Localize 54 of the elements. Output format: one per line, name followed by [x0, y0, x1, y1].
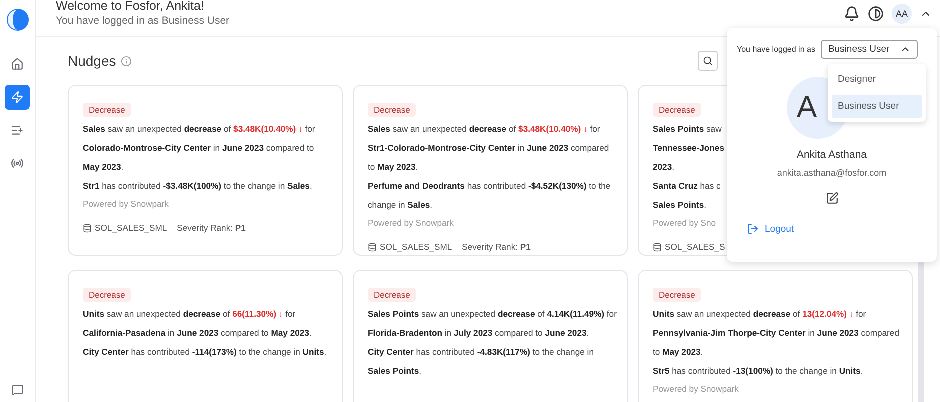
- role-option[interactable]: Business User: [832, 95, 922, 118]
- nudge-statement: Sales Points saw an unexpected decrease of 4.14K(11.49%) for Florida-Bradenton in July 2023 compared to June 2023.: [368, 308, 617, 340]
- nudge-text: Sales Points saw: [653, 123, 722, 136]
- nudge-text: Santa Cruz has c: [653, 180, 721, 193]
- powered-by-text: Powered by Snowpark: [653, 383, 739, 396]
- contribution-text: City Center has contributed -114(173%) to the change in Units.: [83, 346, 328, 359]
- nudge-text: 2023.: [653, 161, 675, 174]
- data-source: SOL_SALES_S: [653, 241, 726, 253]
- decrease-tag: Decrease: [653, 103, 702, 117]
- info-icon[interactable]: [121, 56, 132, 66]
- severity-rank: Severity Rank: P1: [462, 241, 531, 253]
- logout-button[interactable]: Logout: [747, 223, 794, 235]
- logo-icon[interactable]: [6, 8, 30, 32]
- powered-by-text: Powered by Sno: [653, 217, 716, 230]
- profile-email: ankita.asthana@fosfor.com: [777, 168, 887, 178]
- decrease-tag: Decrease: [83, 103, 132, 117]
- decrease-tag: Decrease: [368, 103, 416, 117]
- edit-icon[interactable]: [826, 192, 838, 205]
- data-source: SOL_SALES_SML: [83, 222, 168, 234]
- profile-name: Ankita Asthana: [796, 149, 868, 161]
- database-icon: [653, 242, 662, 252]
- section-title: Nudges: [68, 53, 116, 69]
- contribution-text: Perfume and Deodrants has contributed -$4.52K(130%) to the change in Sales.: [368, 180, 612, 212]
- database-icon: [368, 242, 377, 252]
- database-icon: [83, 224, 92, 232]
- user-avatar[interactable]: AA: [892, 4, 912, 24]
- contribution-text: Str5 has contributed -13(100%) to the change in Units.: [653, 365, 864, 378]
- role-select[interactable]: Business User: [821, 40, 918, 59]
- contrast-icon[interactable]: [868, 6, 884, 22]
- contribution-text: City Center has contributed -4.83K(117%) to the change in Sales Points.: [368, 346, 595, 378]
- nudge-statement: Sales saw an unexpected decrease of $3.48K(10.40%) ↓ for Colorado-Montrose-City Center in June 2023 compared to May 2023.: [83, 123, 316, 174]
- powered-by-text: Powered by Snowpark: [83, 198, 169, 211]
- nudge-text: Tennessee-Jones: [653, 142, 724, 155]
- nudges-icon[interactable]: [5, 85, 30, 110]
- severity-rank: Severity Rank: P1: [177, 222, 246, 234]
- welcome-title: Welcome to Fosfor, Ankita!: [56, 0, 206, 14]
- login-subtitle: You have logged in as Business User: [56, 14, 230, 28]
- role-label: You have logged in as: [737, 45, 816, 54]
- decrease-tag: Decrease: [653, 288, 702, 302]
- scrollbar[interactable]: [918, 262, 924, 402]
- logout-icon: [747, 223, 759, 235]
- bell-icon[interactable]: [844, 6, 860, 22]
- nudge-statement: Sales saw an unexpected decrease of $3.48K(10.40%) ↓ for Str1-Colorado-Montrose-City Center in June 2023 compared to May 2023.: [368, 123, 610, 174]
- search-icon: [703, 56, 713, 66]
- data-source: SOL_SALES_SML: [368, 241, 452, 253]
- nudge-statement: Units saw an unexpected decrease of 13(12.04%) ↓ for Pennsylvania-Jim Thorpe-City Center in June 2023 compared to May 2023.: [653, 308, 900, 359]
- feedback-icon[interactable]: [12, 384, 24, 396]
- nudge-statement: Units saw an unexpected decrease of 66(11.30%) ↓ for California-Pasadena in June 2023 compared to May 2023.: [83, 308, 313, 340]
- powered-by-text: Powered by Snowpark: [368, 217, 454, 230]
- contribution-text: Str1 has contributed -$3.48K(100%) to the change in Sales.: [83, 180, 314, 193]
- nudge-text: Sales Points.: [653, 199, 706, 212]
- decrease-tag: Decrease: [368, 288, 416, 302]
- search-button[interactable]: [698, 51, 718, 71]
- decrease-tag: Decrease: [83, 288, 132, 302]
